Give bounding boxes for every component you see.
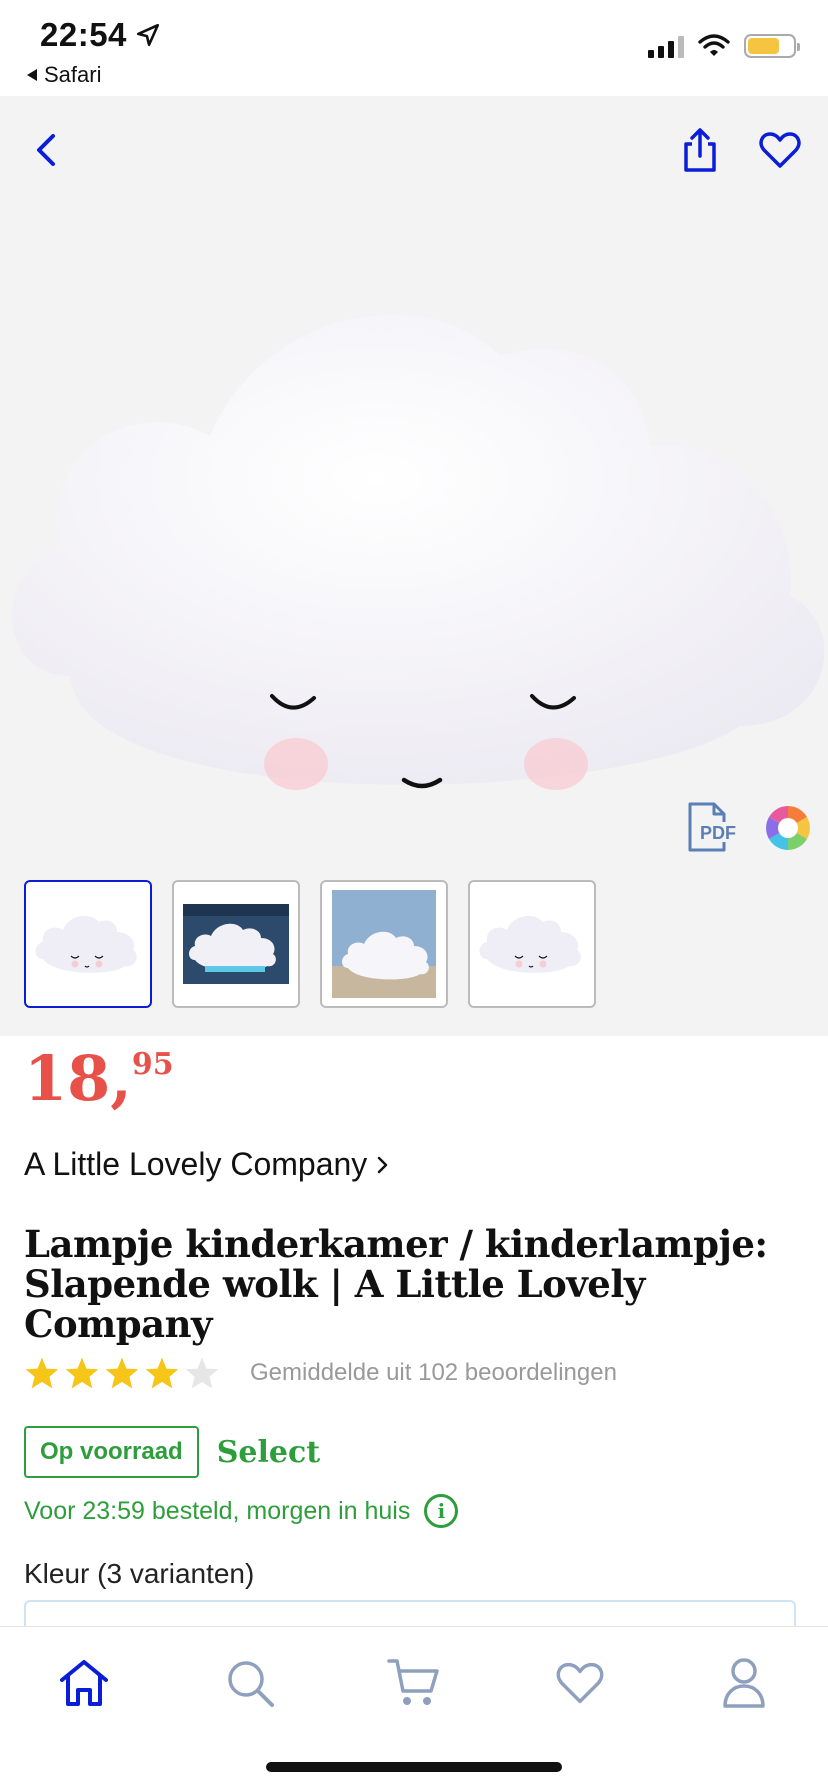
star-icon xyxy=(25,1357,59,1389)
color-variants-label: Kleur (3 varianten) xyxy=(24,1558,255,1589)
tab-search[interactable] xyxy=(218,1651,282,1715)
favorite-button[interactable] xyxy=(750,120,810,180)
star-icon xyxy=(145,1357,179,1389)
share-icon xyxy=(684,128,716,172)
back-app-label: Safari xyxy=(44,62,102,87)
price: 18, 95 xyxy=(24,1048,174,1110)
pdf-button[interactable]: PDF xyxy=(686,802,738,857)
battery-icon xyxy=(744,34,800,58)
location-arrow-icon xyxy=(136,23,159,47)
rating-summary: Gemiddelde uit 102 beoordelingen xyxy=(250,1359,617,1386)
wifi-icon xyxy=(698,34,730,56)
price-integer: 18, xyxy=(24,1042,132,1115)
thumbnail-2[interactable] xyxy=(172,880,300,1008)
stock-row: Op voorraad Select xyxy=(24,1426,320,1478)
status-time: 22:54 xyxy=(40,16,161,54)
pdf-label: PDF xyxy=(700,823,736,843)
product-rating[interactable]: Gemiddelde uit 102 beoordelingen xyxy=(24,1356,617,1390)
product-main-image[interactable] xyxy=(0,246,828,876)
heart-icon xyxy=(759,132,801,168)
product-gallery: PDF xyxy=(0,96,828,1036)
thumbnail-4[interactable] xyxy=(468,880,596,1008)
search-icon xyxy=(228,1661,274,1707)
color-wheel-icon xyxy=(766,806,810,850)
back-button[interactable] xyxy=(16,120,76,180)
brand-link[interactable]: A Little Lovely Company xyxy=(24,1146,389,1183)
tab-favorites[interactable] xyxy=(548,1651,612,1715)
color-wheel-button[interactable] xyxy=(764,804,812,857)
product-title: Lampje kinderkamer / kinderlampje: Slape… xyxy=(24,1222,768,1346)
account-icon xyxy=(723,1658,765,1708)
star-rating xyxy=(24,1356,220,1390)
tab-home[interactable] xyxy=(52,1651,116,1715)
cloud-on-table-thumbnail-image xyxy=(332,890,436,998)
select-label[interactable]: Select xyxy=(217,1435,320,1470)
chevron-right-icon xyxy=(378,1156,388,1173)
boxed-cloud-thumbnail-image xyxy=(183,904,289,984)
home-icon xyxy=(60,1660,108,1706)
star-icon xyxy=(105,1357,139,1389)
delivery-text: Voor 23:59 besteld, morgen in huis xyxy=(24,1496,411,1525)
heart-icon xyxy=(556,1662,604,1704)
tab-cart[interactable] xyxy=(382,1651,446,1715)
thumbnail-1[interactable] xyxy=(24,880,152,1008)
thumbnail-strip xyxy=(24,880,596,1008)
share-button[interactable] xyxy=(670,120,730,180)
stock-badge: Op voorraad xyxy=(24,1426,199,1478)
pdf-icon: PDF xyxy=(688,802,738,852)
price-decimals: 95 xyxy=(131,1047,174,1082)
home-indicator xyxy=(266,1762,562,1772)
thumbnail-3[interactable] xyxy=(320,880,448,1008)
status-indicators xyxy=(648,34,800,58)
cloud-lamp-image xyxy=(12,314,825,790)
cart-icon xyxy=(387,1659,439,1705)
time-text: 22:54 xyxy=(40,16,127,53)
back-triangle-icon xyxy=(27,69,37,81)
status-bar: 22:54 Safari xyxy=(0,0,828,96)
cloud-thumbnail-image xyxy=(479,915,581,973)
delivery-info: Voor 23:59 besteld, morgen in huis i xyxy=(24,1494,459,1528)
brand-name: A Little Lovely Company xyxy=(24,1146,368,1182)
star-empty-icon xyxy=(185,1357,219,1389)
star-icon xyxy=(65,1357,99,1389)
info-icon[interactable]: i xyxy=(424,1494,459,1528)
back-to-safari[interactable]: Safari xyxy=(26,62,101,88)
cellular-signal-icon xyxy=(648,34,684,58)
battery-level xyxy=(748,38,779,54)
tab-account[interactable] xyxy=(712,1651,776,1715)
back-chevron-icon xyxy=(37,134,55,166)
cloud-thumbnail-image xyxy=(35,915,137,973)
